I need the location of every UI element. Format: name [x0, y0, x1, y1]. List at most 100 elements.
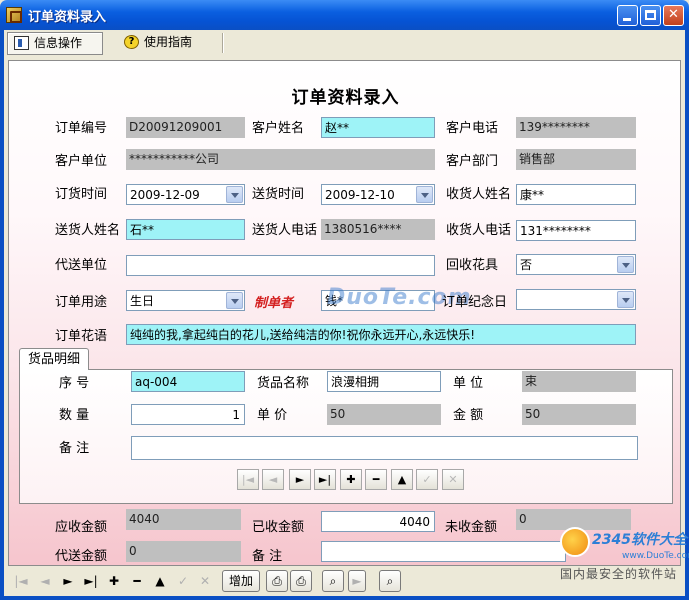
- chevron-down-icon[interactable]: [617, 291, 634, 308]
- close-button[interactable]: ✕: [663, 5, 684, 26]
- toolbar-separator: [222, 33, 224, 53]
- badge-slogan: 国内最安全的软件站: [560, 567, 678, 581]
- unreceived-label: 未收金额: [445, 520, 498, 535]
- edit-record-button[interactable]: ▲: [391, 469, 413, 490]
- received-label: 已收金额: [252, 520, 305, 535]
- save-record-button[interactable]: ✓: [416, 469, 438, 490]
- receiver-phone-field[interactable]: 131********: [516, 220, 636, 241]
- window-title: 订单资料录入: [28, 10, 107, 25]
- badge-brand: 2345软件大全: [592, 532, 687, 548]
- receivable-field[interactable]: 4040: [126, 509, 241, 530]
- cancel-icon[interactable]: ✕: [196, 572, 214, 590]
- search-icon[interactable]: ⌕: [379, 570, 401, 592]
- order-no-label: 订单编号: [55, 121, 108, 136]
- agent-amount-label: 代送金额: [55, 549, 108, 564]
- remove-icon[interactable]: ━: [128, 572, 146, 590]
- delete-record-button[interactable]: ━: [365, 469, 387, 490]
- total-remark-label: 备 注: [252, 549, 283, 564]
- chevron-down-icon[interactable]: [617, 256, 634, 273]
- toolbar: 信息操作 ? 使用指南: [4, 30, 685, 56]
- flower-words-field[interactable]: 纯纯的我,拿起纯白的花儿,送给纯洁的你!祝你永远开心,永远快乐!: [126, 324, 636, 345]
- deliverer-name-label: 送货人姓名: [55, 223, 121, 238]
- flower-words-label: 订单花语: [55, 329, 108, 344]
- agent-unit-field[interactable]: [126, 255, 435, 276]
- next-page-icon[interactable]: ►: [59, 572, 77, 590]
- goods-name-field[interactable]: 浪漫相拥: [327, 371, 441, 392]
- chevron-down-icon[interactable]: [226, 292, 243, 309]
- recycle-flowers-label: 回收花具: [446, 258, 499, 273]
- title-bar: 订单资料录入 ✕: [0, 0, 689, 30]
- check-icon[interactable]: ✓: [174, 572, 192, 590]
- minimize-icon: [623, 18, 631, 21]
- total-remark-field[interactable]: [321, 541, 566, 562]
- chevron-down-icon[interactable]: [416, 186, 433, 203]
- delivery-time-picker[interactable]: 2009-12-10: [321, 184, 435, 205]
- chevron-down-icon[interactable]: [226, 186, 243, 203]
- detail-remark-field[interactable]: [131, 436, 638, 460]
- recycle-flowers-select[interactable]: 否: [516, 254, 636, 275]
- deliverer-phone-field[interactable]: 1380516****: [321, 219, 435, 240]
- order-time-label: 订货时间: [55, 187, 108, 202]
- close-icon: ✕: [668, 7, 679, 22]
- user-guide-button[interactable]: ? 使用指南: [118, 32, 222, 55]
- receiver-name-field[interactable]: 康**: [516, 184, 636, 205]
- first-record-button[interactable]: |◄: [237, 469, 259, 490]
- unit-price-label: 单 价: [257, 408, 288, 423]
- customer-name-field[interactable]: 赵**: [321, 117, 435, 138]
- query-icon[interactable]: ⌕: [322, 570, 344, 592]
- receiver-name-label: 收货人姓名: [446, 187, 512, 202]
- next-record-button[interactable]: ►: [289, 469, 311, 490]
- help-icon: ?: [124, 35, 139, 49]
- customer-dept-label: 客户部门: [446, 154, 499, 169]
- play-icon[interactable]: ►: [348, 570, 366, 592]
- received-field[interactable]: 4040: [321, 511, 435, 532]
- order-form-panel: 订单资料录入 订单编号 D20091209001 客户姓名 赵** 客户电话 1…: [8, 60, 681, 566]
- order-time-value: 2009-12-09: [130, 188, 200, 202]
- customer-unit-label: 客户单位: [55, 154, 108, 169]
- goods-name-label: 货品名称: [257, 376, 310, 391]
- add-button[interactable]: 增加: [222, 570, 260, 592]
- deliverer-name-field[interactable]: 石**: [126, 219, 245, 240]
- maximize-button[interactable]: [640, 5, 661, 26]
- agent-unit-label: 代送单位: [55, 258, 108, 273]
- prev-record-button[interactable]: ◄: [262, 469, 284, 490]
- order-usage-select[interactable]: 生日: [126, 290, 245, 311]
- agent-amount-field[interactable]: 0: [126, 541, 241, 562]
- print-icon[interactable]: ⎙: [266, 570, 288, 592]
- cancel-record-button[interactable]: ✕: [442, 469, 464, 490]
- amount-field[interactable]: 50: [522, 404, 636, 425]
- unit-price-field[interactable]: 50: [327, 404, 441, 425]
- order-time-picker[interactable]: 2009-12-09: [126, 184, 245, 205]
- quantity-field[interactable]: 1: [131, 404, 245, 425]
- receiver-phone-label: 收货人电话: [446, 223, 512, 238]
- maximize-icon: [645, 10, 656, 20]
- quantity-label: 数 量: [59, 408, 90, 423]
- add-record-button[interactable]: ✚: [340, 469, 362, 490]
- customer-dept-field[interactable]: 销售部: [516, 149, 636, 170]
- info-operation-button[interactable]: 信息操作: [7, 32, 103, 55]
- minimize-button[interactable]: [617, 5, 638, 26]
- customer-phone-label: 客户电话: [446, 121, 499, 136]
- form-heading: 订单资料录入: [291, 88, 400, 108]
- app-icon: [6, 7, 22, 23]
- edit-icon[interactable]: ▲: [151, 572, 169, 590]
- order-maker-label: 制单者: [254, 296, 294, 311]
- prev-page-icon[interactable]: ◄: [36, 572, 54, 590]
- amount-label: 金 额: [453, 408, 484, 423]
- order-no-field[interactable]: D20091209001: [126, 117, 245, 138]
- receivable-label: 应收金额: [55, 520, 108, 535]
- unit-field[interactable]: 束: [522, 371, 636, 392]
- add-icon[interactable]: ✚: [105, 572, 123, 590]
- seq-label: 序 号: [59, 376, 90, 391]
- seq-field[interactable]: aq-004: [131, 371, 245, 392]
- print-preview-icon[interactable]: ⎙: [290, 570, 312, 592]
- order-usage-value: 生日: [130, 294, 155, 308]
- first-page-icon[interactable]: |◄: [12, 572, 30, 590]
- last-record-button[interactable]: ►|: [314, 469, 336, 490]
- tab-goods-detail[interactable]: 货品明细: [19, 348, 89, 370]
- customer-unit-field[interactable]: ***********公司: [126, 149, 435, 170]
- customer-phone-field[interactable]: 139********: [516, 117, 636, 138]
- detail-remark-label: 备 注: [59, 441, 90, 456]
- last-page-icon[interactable]: ►|: [82, 572, 100, 590]
- anniversary-picker[interactable]: [516, 289, 636, 310]
